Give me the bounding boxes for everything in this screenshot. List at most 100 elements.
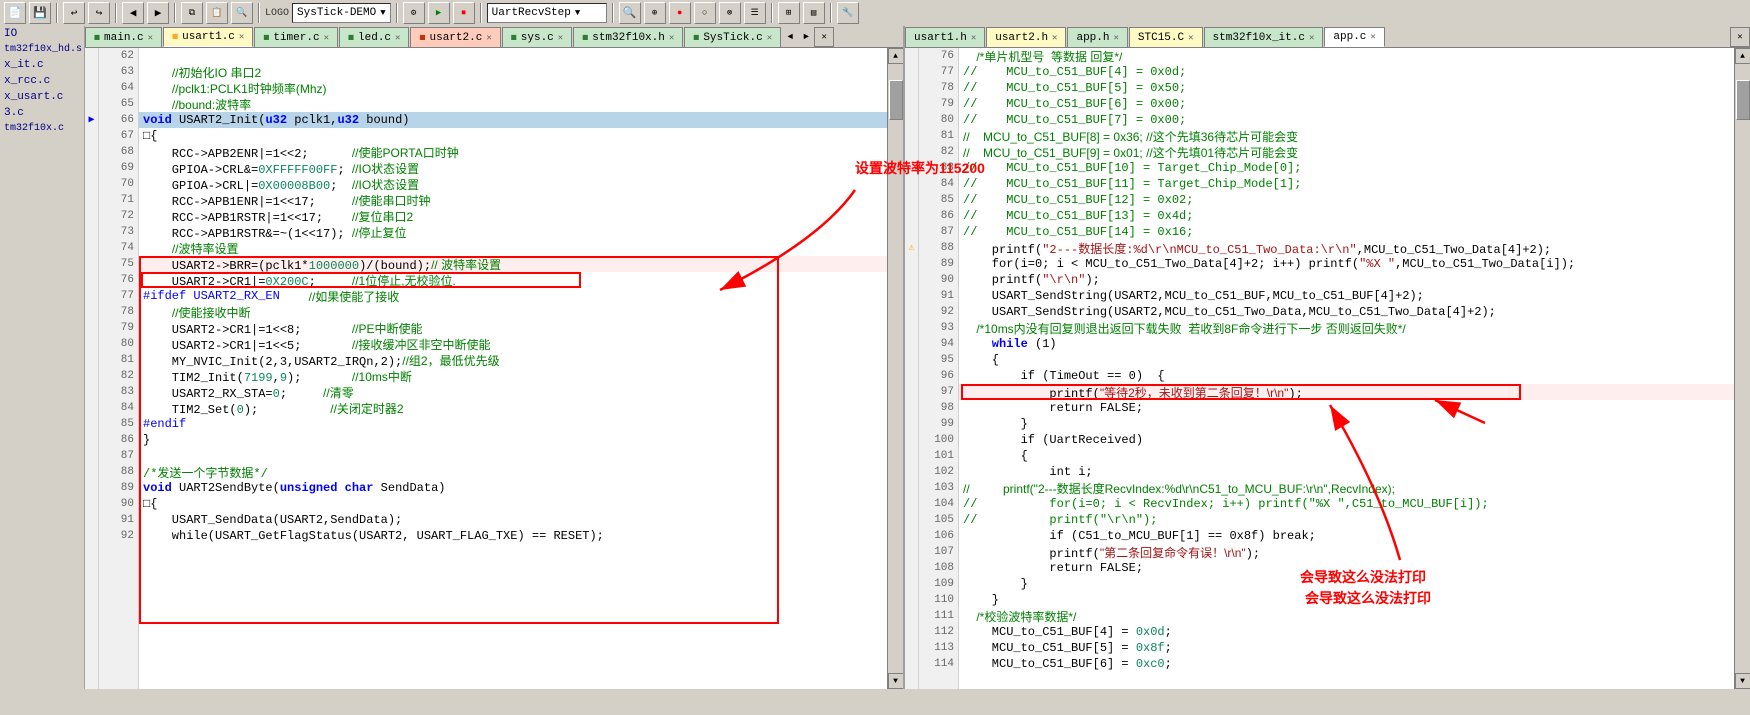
tab-icon-led: ◼ — [348, 32, 354, 44]
back-btn[interactable]: ◀ — [122, 2, 144, 24]
rln-106: 106 — [919, 528, 958, 544]
left-scrollbar-v[interactable]: ▲ ▼ — [887, 48, 903, 689]
fwd-btn[interactable]: ▶ — [147, 2, 169, 24]
tab-close-stm32it[interactable]: ✕ — [1309, 33, 1314, 43]
settings-btn[interactable]: ⚙ — [403, 2, 425, 24]
rind-89 — [905, 256, 918, 272]
tab-app-h[interactable]: app.h ✕ — [1067, 27, 1127, 47]
copy-btn[interactable]: ⧉ — [181, 2, 203, 24]
rln-97: 97 — [919, 384, 958, 400]
zoom-btn[interactable]: ⊕ — [644, 2, 666, 24]
sidebar-item-io[interactable]: IO — [0, 26, 84, 42]
rc-95: { — [963, 353, 999, 367]
undo-btn[interactable]: ↩ — [63, 2, 85, 24]
ind-88 — [85, 464, 98, 480]
tab-close-timer[interactable]: ✕ — [324, 33, 329, 43]
tab-led-c[interactable]: ◼ led.c ✕ — [339, 27, 409, 47]
tab-close-systick[interactable]: ✕ — [767, 33, 772, 43]
circle1-btn[interactable]: ○ — [694, 2, 716, 24]
tab-app-c[interactable]: app.c ✕ — [1324, 27, 1384, 47]
tab-usart2-h[interactable]: usart2.h ✕ — [986, 27, 1066, 47]
tab-close-main[interactable]: ✕ — [148, 33, 153, 43]
debug-btn[interactable]: ● — [669, 2, 691, 24]
tab-close-usart2[interactable]: ✕ — [486, 33, 491, 43]
sidebar-item-3c[interactable]: 3.c — [0, 105, 84, 121]
right-scrollbar-v[interactable]: ▲ ▼ — [1734, 48, 1750, 689]
new-file-btn[interactable]: 📄 — [4, 2, 26, 24]
tab-close-led[interactable]: ✕ — [395, 33, 400, 43]
scroll-thumb-right[interactable] — [1736, 80, 1750, 120]
sidebar-item-it[interactable]: x_it.c — [0, 57, 84, 73]
tab-close-usart1[interactable]: ✕ — [239, 32, 244, 42]
scroll-down-right[interactable]: ▼ — [1735, 673, 1750, 689]
tab-stc15[interactable]: STC15.C ✕ — [1129, 27, 1203, 47]
sidebar-item-usart[interactable]: x_usart.c — [0, 89, 84, 105]
project-name: SysTick-DEMO — [297, 7, 376, 19]
layout-btn[interactable]: ▤ — [803, 2, 825, 24]
stop-btn[interactable]: ⏹ — [453, 2, 475, 24]
tab-sys-c[interactable]: ◼ sys.c ✕ — [502, 27, 572, 47]
redo-btn[interactable]: ↪ — [88, 2, 110, 24]
code-line-85: #endif — [139, 416, 887, 432]
kw-u32-1: u32 — [265, 113, 287, 127]
rc-97-text: printf("等待2秒，未收到第二条回复！\r\n"); — [963, 384, 1303, 401]
left-code-content[interactable]: //初始化IO 串口2 //pclk1:PCLK1时钟频率(Mhz) //bou… — [139, 48, 887, 689]
ind-90 — [85, 496, 98, 512]
ind-83 — [85, 384, 98, 400]
ind-82 — [85, 368, 98, 384]
rind-97 — [905, 384, 918, 400]
tab-close-right-all[interactable]: ✕ — [1730, 27, 1750, 47]
tab-close-sys[interactable]: ✕ — [558, 33, 563, 43]
search-btn[interactable]: 🔍 — [619, 2, 641, 24]
tab-usart1-c[interactable]: ◼ usart1.c ✕ — [163, 27, 253, 47]
tab-usart2-c[interactable]: ◼ usart2.c ✕ — [410, 27, 500, 47]
rc-110-text: } — [963, 593, 999, 607]
tool-btn[interactable]: 🔧 — [837, 2, 859, 24]
tab-main-c[interactable]: ◼ main.c ✕ — [85, 27, 162, 47]
right-code-content[interactable]: /*单片机型号 等数据 回复*/ // MCU_to_C51_BUF[4] = … — [959, 48, 1734, 689]
scroll-up-right[interactable]: ▲ — [1735, 48, 1750, 64]
project-combo[interactable]: SysTick-DEMO ▼ — [292, 3, 391, 23]
circle2-btn[interactable]: ⊗ — [719, 2, 741, 24]
tab-close-all[interactable]: ✕ — [814, 27, 834, 47]
sep5 — [396, 3, 398, 23]
tab-icon-sys: ◼ — [511, 32, 517, 44]
scroll-thumb-left[interactable] — [889, 80, 903, 120]
rcode-84: // MCU_to_C51_BUF[11] = Target_Chip_Mode… — [959, 176, 1734, 192]
tab-stm32h[interactable]: ◼ stm32f10x.h ✕ — [573, 27, 683, 47]
paste-btn[interactable]: 📋 — [206, 2, 228, 24]
tab-close-usart1h[interactable]: ✕ — [971, 33, 976, 43]
tab-close-usart2h[interactable]: ✕ — [1052, 33, 1057, 43]
tab-timer-c[interactable]: ◼ timer.c ✕ — [254, 27, 338, 47]
ln-62: 62 — [99, 48, 138, 64]
sidebar-item-rcc[interactable]: x_rcc.c — [0, 73, 84, 89]
find-btn[interactable]: 🔍 — [231, 2, 253, 24]
title-combo[interactable]: UartRecvStep ▼ — [487, 3, 607, 23]
menu-btn[interactable]: ☰ — [744, 2, 766, 24]
sidebar-item-hd[interactable]: tm32f10x_hd.s — [0, 42, 84, 57]
scroll-up-left[interactable]: ▲ — [888, 48, 904, 64]
save-btn[interactable]: 💾 — [29, 2, 51, 24]
line-84-text: TIM2_Set(0); //关闭定时器2 — [143, 400, 404, 417]
tab-scroll-right[interactable]: ► — [798, 27, 814, 47]
tab-stm32-it[interactable]: stm32f10x_it.c ✕ — [1204, 27, 1324, 47]
scroll-down-left[interactable]: ▼ — [888, 673, 904, 689]
rind-79 — [905, 96, 918, 112]
tab-usart1-h[interactable]: usart1.h ✕ — [905, 27, 985, 47]
tab-close-stm32h[interactable]: ✕ — [669, 33, 674, 43]
brace-open-90: □{ — [143, 497, 157, 511]
tab-scroll-left[interactable]: ◄ — [782, 27, 798, 47]
tab-close-appc[interactable]: ✕ — [1370, 32, 1375, 42]
tab-close-stc15[interactable]: ✕ — [1188, 33, 1193, 43]
rind-98 — [905, 400, 918, 416]
rc-113-text: MCU_to_C51_BUF[5] = 0x8f; — [963, 641, 1172, 655]
view-btn[interactable]: ⊞ — [778, 2, 800, 24]
func-name: USART2_Init( — [172, 113, 266, 127]
build-btn[interactable]: ▶ — [428, 2, 450, 24]
tab-close-apph[interactable]: ✕ — [1113, 33, 1118, 43]
rc-101-text: { — [963, 449, 1028, 463]
tab-systick[interactable]: ◼ SysTick.c ✕ — [684, 27, 781, 47]
rcode-81: // MCU_to_C51_BUF[8] = 0x36; //这个先填36待芯片… — [959, 128, 1734, 144]
sidebar-item-f10x[interactable]: tm32f10x.c — [0, 121, 84, 136]
ind-73 — [85, 224, 98, 240]
